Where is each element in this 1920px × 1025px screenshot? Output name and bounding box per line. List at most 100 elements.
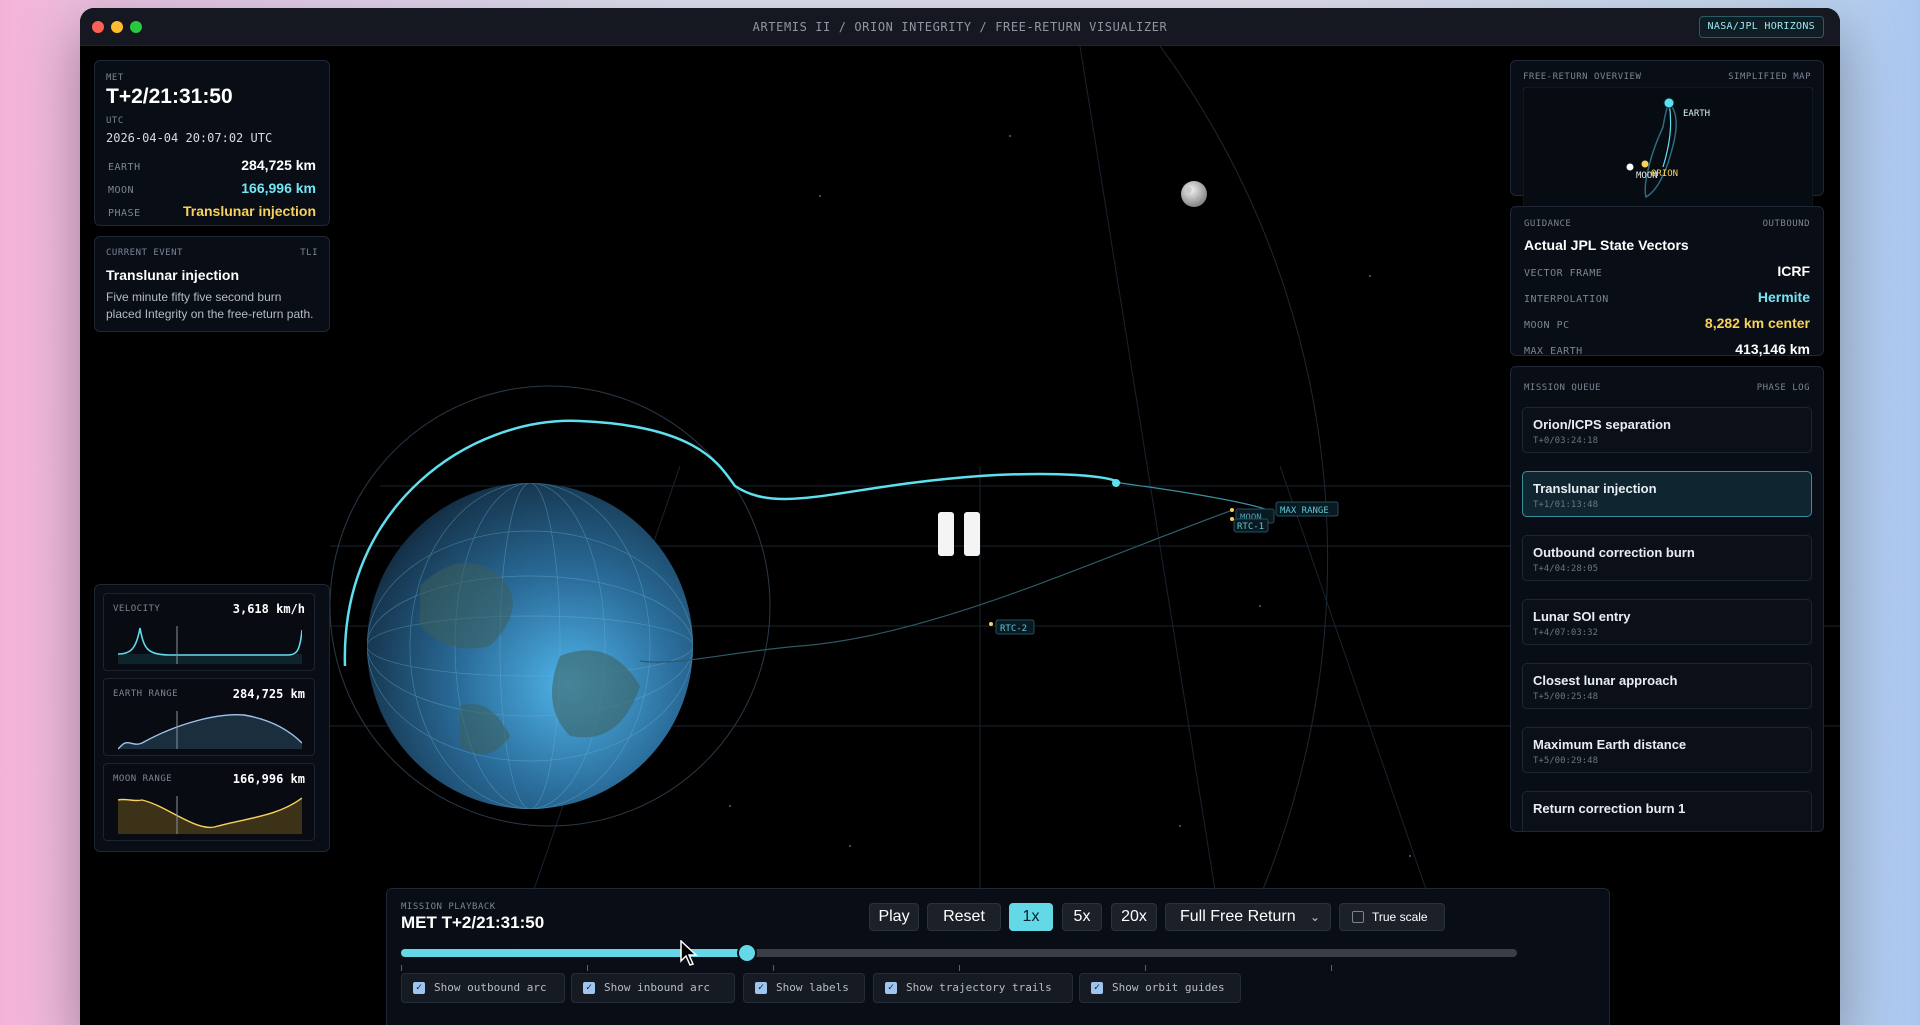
velocity-chart-label: VELOCITY <box>113 604 161 614</box>
moon-pc-label: MOON PC <box>1524 320 1570 331</box>
overview-earth-marker <box>1663 97 1675 109</box>
queue-item-time: T+4/04:28:05 <box>1533 564 1599 574</box>
queue-item-maximum-earth-distance[interactable]: Maximum Earth distance T+5/00:29:48 <box>1522 727 1812 773</box>
queue-item-outbound-correction-burn[interactable]: Outbound correction burn T+4/04:28:05 <box>1522 535 1812 581</box>
playback-scrubber-thumb[interactable] <box>738 945 755 961</box>
scene-label-max-range: MAX RANGE <box>1275 501 1339 517</box>
utc-value: 2026-04-04 20:07:02 UTC <box>106 131 273 145</box>
queue-item-title: Outbound correction burn <box>1533 545 1695 560</box>
true-scale-toggle[interactable]: True scale <box>1339 903 1445 931</box>
queue-item-time: T+4/07:03:32 <box>1533 628 1599 638</box>
earth-range-chart: EARTH RANGE 284,725 km <box>103 678 315 756</box>
outbound-trajectory-trail <box>1119 482 1266 510</box>
queue-item-title: Maximum Earth distance <box>1533 737 1687 752</box>
queue-item-time: T+5/00:29:48 <box>1533 756 1599 766</box>
rtc2-marker[interactable] <box>989 622 993 626</box>
reset-button[interactable]: Reset <box>927 903 1001 931</box>
earth-globe[interactable] <box>367 483 693 809</box>
velocity-chart: VELOCITY 3,618 km/h <box>103 593 315 671</box>
queue-item-time: T+5/00:25:48 <box>1533 692 1599 702</box>
max-earth-value: 413,146 km <box>1735 341 1810 357</box>
queue-item-return-correction-burn-1[interactable]: Return correction burn 1 <box>1522 791 1812 831</box>
overview-map[interactable] <box>1523 87 1813 217</box>
show-inbound-arc-label: Show inbound arc <box>604 981 710 994</box>
moon-range-chart: MOON RANGE 166,996 km <box>103 763 315 841</box>
overview-moon-marker <box>1626 163 1634 171</box>
checkmark-icon: ✓ <box>1091 982 1103 994</box>
mission-queue-tag: PHASE LOG <box>1756 383 1810 393</box>
telemetry-charts-panel: VELOCITY 3,618 km/h EARTH RANGE 284,725 … <box>94 584 330 852</box>
scrubber-ticks <box>401 965 1517 971</box>
interpolation-value: Hermite <box>1757 289 1810 305</box>
play-button[interactable]: Play <box>869 903 919 931</box>
moon-distance-label: MOON <box>108 185 135 196</box>
speed-5x-button[interactable]: 5x <box>1062 903 1102 931</box>
current-event-panel: CURRENT EVENT TLI Translunar injection F… <box>94 236 330 332</box>
queue-item-title: Orion/ICPS separation <box>1533 417 1671 432</box>
pause-icon[interactable] <box>938 512 980 556</box>
starfield <box>729 135 1411 857</box>
current-event-description: Five minute fifty five second burn place… <box>106 290 314 321</box>
queue-item-time: T+1/01:13:48 <box>1533 500 1599 510</box>
met-label: MET <box>106 73 124 83</box>
rtc1-label: RTC-1 <box>1237 522 1264 532</box>
moon-range-chart-label: MOON RANGE <box>113 774 173 784</box>
moon-pc-value: 8,282 km center <box>1704 315 1810 331</box>
checkmark-icon: ✓ <box>885 982 897 994</box>
moon-body[interactable] <box>1181 181 1207 207</box>
show-outbound-arc-label: Show outbound arc <box>434 981 547 994</box>
chevron-down-icon: ⌄ <box>1309 910 1320 924</box>
earth-distance-value: 284,725 km <box>241 157 316 173</box>
earth-distance-label: EARTH <box>108 162 141 173</box>
true-scale-checkbox[interactable] <box>1352 911 1364 923</box>
earth-range-chart-value: 284,725 km <box>232 687 305 701</box>
queue-item-orion-icps-separation[interactable]: Orion/ICPS separation T+0/03:24:18 <box>1522 407 1812 453</box>
view-mode-value: Full Free Return <box>1180 908 1296 925</box>
guidance-label: GUIDANCE <box>1524 219 1572 229</box>
show-orbit-guides-label: Show orbit guides <box>1112 981 1225 994</box>
checkmark-icon: ✓ <box>755 982 767 994</box>
show-orbit-guides-checkbox[interactable]: ✓ Show orbit guides <box>1079 973 1241 1003</box>
speed-20x-button[interactable]: 20x <box>1111 903 1157 931</box>
utc-label: UTC <box>106 116 124 126</box>
queue-item-closest-lunar-approach[interactable]: Closest lunar approach T+5/00:25:48 <box>1522 663 1812 709</box>
guidance-panel: GUIDANCE OUTBOUND Actual JPL State Vecto… <box>1510 206 1824 357</box>
queue-item-translunar-injection[interactable]: Translunar injection T+1/01:13:48 <box>1522 471 1812 517</box>
guidance-title: Actual JPL State Vectors <box>1524 237 1689 253</box>
queue-item-title: Translunar injection <box>1533 481 1657 496</box>
velocity-chart-value: 3,618 km/h <box>232 602 305 616</box>
current-event-tag: TLI <box>300 248 318 258</box>
mission-queue-label: MISSION QUEUE <box>1524 383 1601 393</box>
show-outbound-arc-checkbox[interactable]: ✓ Show outbound arc <box>401 973 565 1003</box>
moon-event-marker <box>1230 508 1234 512</box>
phase-label: PHASE <box>108 208 141 219</box>
overview-orion-label: ORION <box>1651 169 1679 179</box>
current-event-title: Translunar injection <box>106 267 240 283</box>
queue-item-lunar-soi-entry[interactable]: Lunar SOI entry T+4/07:03:32 <box>1522 599 1812 645</box>
queue-item-time: T+0/03:24:18 <box>1533 436 1599 446</box>
max-range-label: MAX RANGE <box>1280 506 1329 516</box>
show-trajectory-trails-checkbox[interactable]: ✓ Show trajectory trails <box>873 973 1073 1003</box>
interpolation-label: INTERPOLATION <box>1524 294 1609 305</box>
orion-marker[interactable] <box>1112 479 1120 487</box>
met-value: T+2/21:31:50 <box>106 85 233 108</box>
scene-label-rtc2: RTC-2 <box>995 619 1035 635</box>
rtc2-label: RTC-2 <box>1000 624 1027 634</box>
moon-range-chart-value: 166,996 km <box>232 772 305 786</box>
earth-range-sparkline <box>118 711 302 750</box>
checkmark-icon: ✓ <box>583 982 595 994</box>
speed-1x-button[interactable]: 1x <box>1009 903 1053 931</box>
telemetry-panel: MET T+2/21:31:50 UTC 2026-04-04 20:07:02… <box>94 60 330 226</box>
moon-distance-value: 166,996 km <box>241 180 316 196</box>
view-mode-select[interactable]: Full Free Return ⌄ <box>1165 903 1331 931</box>
vector-frame-value: ICRF <box>1777 263 1810 279</box>
3d-viewport[interactable]: MAX RANGE MOON RTC-1 RTC-2 MET T+2/21:31… <box>80 46 1840 1025</box>
inbound-trajectory-arc[interactable] <box>639 510 1231 663</box>
guidance-tag: OUTBOUND <box>1762 219 1810 229</box>
source-badge: NASA/JPL HORIZONS <box>1698 16 1824 38</box>
earth-range-chart-label: EARTH RANGE <box>113 689 179 699</box>
show-inbound-arc-checkbox[interactable]: ✓ Show inbound arc <box>571 973 735 1003</box>
playback-met: MET T+2/21:31:50 <box>401 913 545 932</box>
playback-scrubber[interactable] <box>401 945 1517 961</box>
show-labels-checkbox[interactable]: ✓ Show labels <box>743 973 865 1003</box>
